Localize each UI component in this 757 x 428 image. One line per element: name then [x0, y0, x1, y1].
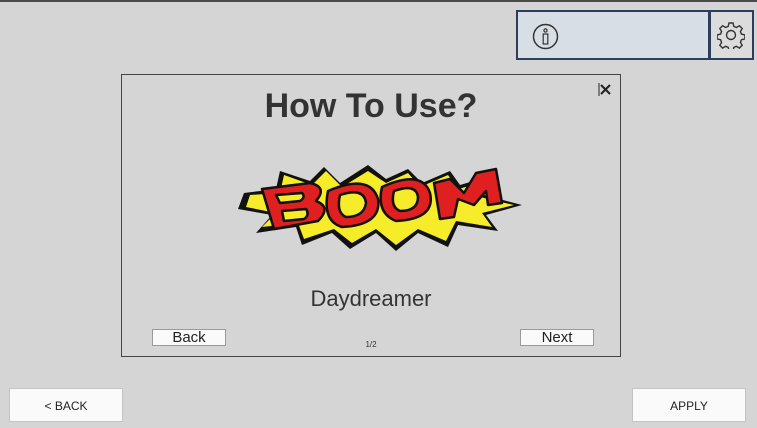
settings-button[interactable]: [708, 12, 752, 58]
top-toolbar-panel: [516, 10, 754, 60]
boom-illustration: [236, 163, 526, 260]
illustration-caption: Daydreamer: [310, 286, 432, 311]
apply-button[interactable]: APPLY: [632, 388, 746, 422]
top-edge-bar: [0, 0, 757, 2]
gear-icon: [717, 22, 745, 49]
dialog-next-button[interactable]: Next: [520, 329, 594, 346]
how-to-use-dialog: How To Use? Daydreamer Back 1/2 Next: [121, 74, 621, 357]
dialog-title: How To Use?: [264, 87, 478, 125]
back-button[interactable]: < BACK: [9, 388, 123, 422]
info-icon[interactable]: [532, 23, 559, 50]
close-icon[interactable]: [598, 83, 612, 96]
